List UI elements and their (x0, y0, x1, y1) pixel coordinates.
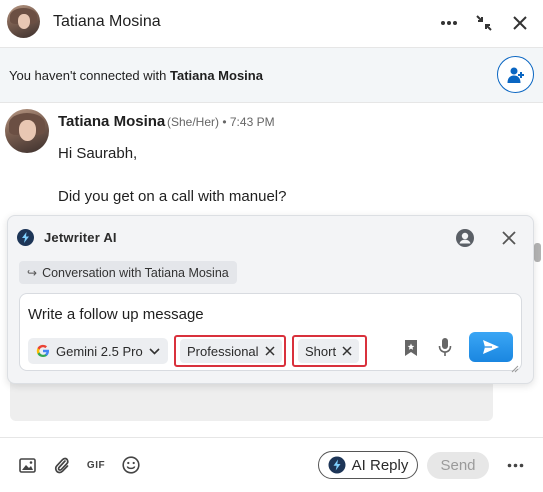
microphone-icon[interactable] (435, 337, 455, 357)
google-icon (36, 344, 49, 357)
remove-tag-icon[interactable] (342, 346, 352, 356)
gif-label: GIF (86, 459, 106, 471)
conversation-context-chip[interactable]: ↪ Conversation with Tatiana Mosina (19, 261, 237, 284)
tag-label: Short (305, 343, 337, 359)
chevron-down-icon (149, 347, 160, 355)
ai-reply-button[interactable]: AI Reply (318, 451, 418, 479)
context-chip-label: Conversation with Tatiana Mosina (42, 265, 229, 280)
connection-banner: You haven't connected with Tatiana Mosin… (0, 48, 543, 103)
message-line: Did you get on a call with manuel? (58, 188, 287, 205)
account-icon[interactable] (455, 228, 475, 248)
header-avatar[interactable] (7, 5, 40, 38)
message-sender[interactable]: Tatiana Mosina (58, 113, 165, 130)
image-icon[interactable] (18, 456, 36, 474)
model-select-label: Gemini 2.5 Pro (56, 343, 143, 359)
tag-professional: Professional (174, 335, 286, 367)
tag-label: Professional (187, 343, 259, 359)
remove-tag-icon[interactable] (265, 346, 275, 356)
close-icon[interactable] (508, 11, 532, 35)
model-select[interactable]: Gemini 2.5 Pro (28, 338, 168, 364)
message-avatar[interactable] (5, 109, 49, 153)
jetwriter-title: Jetwriter AI (44, 230, 117, 245)
chat-header: Tatiana Mosina (0, 0, 543, 48)
send-icon (483, 340, 499, 354)
tag-chip[interactable]: Short (298, 339, 360, 363)
generate-button[interactable] (469, 332, 513, 362)
reply-arrow-icon: ↪ (27, 265, 38, 280)
ai-reply-label: AI Reply (351, 456, 409, 474)
emoji-icon[interactable] (122, 456, 140, 474)
resize-handle-icon[interactable] (511, 360, 519, 373)
tag-short: Short (292, 335, 367, 367)
banner-text: You haven't connected with Tatiana Mosin… (9, 68, 263, 83)
ellipsis-icon[interactable] (437, 11, 461, 35)
connect-button[interactable] (497, 56, 534, 93)
jetwriter-logo-icon (17, 229, 34, 246)
message-line: Hi Saurabh, (58, 145, 138, 162)
prompt-input[interactable]: Write a follow up message (28, 306, 204, 323)
send-button[interactable]: Send (427, 452, 489, 479)
banner-name: Tatiana Mosina (170, 68, 263, 83)
add-person-icon (507, 67, 524, 83)
scrollbar[interactable] (534, 243, 541, 262)
more-options-icon[interactable] (505, 456, 525, 474)
gif-icon[interactable]: GIF (87, 456, 105, 474)
attachment-icon[interactable] (53, 456, 71, 474)
bookmark-icon[interactable] (401, 338, 421, 358)
message-meta: (She/Her) • 7:43 PM (167, 115, 275, 129)
jetwriter-logo-icon (328, 456, 346, 474)
banner-prefix: You haven't connected with (9, 68, 171, 83)
header-contact-name[interactable]: Tatiana Mosina (53, 13, 161, 31)
tag-chip[interactable]: Professional (180, 339, 282, 363)
collapse-icon[interactable] (472, 11, 496, 35)
close-panel-icon[interactable] (499, 228, 519, 248)
